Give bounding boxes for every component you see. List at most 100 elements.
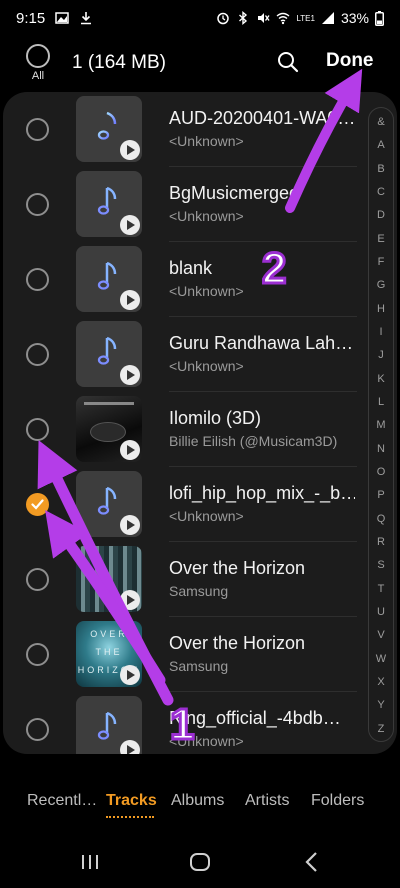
track-row[interactable]: blank <Unknown> (3, 242, 365, 317)
album-art: OVER THE HORIZON (76, 621, 142, 687)
index-letter[interactable]: S (369, 559, 393, 571)
recent-apps-icon[interactable] (76, 848, 104, 876)
music-note-icon (97, 111, 117, 140)
tab-folders[interactable]: Folders (311, 792, 364, 810)
index-letter[interactable]: L (369, 396, 393, 408)
track-checkbox[interactable] (26, 418, 49, 441)
album-art-detail (90, 422, 126, 442)
index-letter[interactable]: & (369, 116, 393, 128)
play-icon[interactable] (120, 590, 140, 610)
play-icon[interactable] (120, 290, 140, 310)
index-letter[interactable]: Z (369, 723, 393, 735)
active-tab-indicator (106, 816, 154, 818)
track-artist: <Unknown> (169, 208, 244, 224)
download-icon (81, 12, 92, 25)
status-time: 9:15 (16, 9, 46, 27)
track-artist: <Unknown> (169, 508, 244, 524)
play-icon[interactable] (120, 740, 140, 754)
index-letter[interactable]: V (369, 629, 393, 641)
index-letter[interactable]: W (369, 653, 393, 665)
alphabet-index-scrollbar[interactable]: & A B C D E F G H I J K L M N O P Q R S T U V W X Y Z (368, 107, 394, 742)
battery-level: 33% (340, 10, 369, 26)
index-letter[interactable]: B (369, 163, 393, 175)
tab-artists[interactable]: Artists (245, 792, 289, 810)
track-row[interactable]: OVER THE HORIZON Over the Horizon Samsun… (3, 617, 365, 692)
play-icon[interactable] (120, 440, 140, 460)
index-letter[interactable]: R (369, 536, 393, 548)
index-letter[interactable]: D (369, 209, 393, 221)
track-artist: Billie Eilish (@Musicam3D) (169, 433, 338, 449)
track-row[interactable]: Ilomilo (3D) Billie Eilish (@Musicam3D) (3, 392, 365, 467)
track-thumbnail (76, 696, 142, 754)
play-icon[interactable] (120, 365, 140, 385)
index-letter[interactable]: I (369, 326, 393, 338)
index-letter[interactable]: A (369, 139, 393, 151)
track-row[interactable]: Over the Horizon Samsung (3, 542, 365, 617)
index-letter[interactable]: U (369, 606, 393, 618)
index-letter[interactable]: J (369, 349, 393, 361)
index-letter[interactable]: E (369, 233, 393, 245)
album-art (76, 396, 142, 462)
index-letter[interactable]: H (369, 303, 393, 315)
home-icon[interactable] (186, 848, 214, 876)
track-checkbox[interactable] (26, 568, 49, 591)
gallery-icon (55, 12, 69, 24)
track-checkbox[interactable] (26, 193, 49, 216)
track-checkbox[interactable] (26, 268, 49, 291)
index-letter[interactable]: Y (369, 699, 393, 711)
track-thumbnail (76, 246, 142, 312)
annotation-number-1: 1 (168, 699, 196, 751)
index-letter[interactable]: T (369, 583, 393, 595)
select-all-checkbox[interactable]: All (24, 44, 52, 82)
track-artist: <Unknown> (169, 358, 244, 374)
track-checkbox[interactable] (26, 343, 49, 366)
track-thumbnail (76, 171, 142, 237)
index-letter[interactable]: F (369, 256, 393, 268)
index-letter[interactable]: G (369, 279, 393, 291)
back-icon[interactable] (298, 848, 326, 876)
track-list[interactable]: AUD-20200401-WA0… <Unknown> BgMusicmerge… (3, 92, 397, 754)
done-button[interactable]: Done (326, 50, 374, 72)
track-checkbox-checked[interactable] (26, 493, 49, 516)
index-letter[interactable]: C (369, 186, 393, 198)
index-letter[interactable]: Q (369, 513, 393, 525)
track-checkbox[interactable] (26, 118, 49, 141)
index-letter[interactable]: N (369, 443, 393, 455)
album-art (76, 546, 142, 612)
track-checkbox[interactable] (26, 643, 49, 666)
play-icon[interactable] (120, 140, 140, 160)
album-art-text: THE (95, 647, 123, 657)
tab-recently-added[interactable]: Recentl… (27, 792, 97, 810)
index-letter[interactable]: O (369, 466, 393, 478)
alarm-icon (217, 12, 230, 25)
track-title: Over the Horizon (169, 633, 306, 653)
index-letter[interactable]: X (369, 676, 393, 688)
search-icon[interactable] (274, 48, 302, 76)
track-artist: <Unknown> (169, 133, 244, 149)
tab-albums[interactable]: Albums (171, 792, 224, 810)
track-row[interactable]: AUD-20200401-WA0… <Unknown> (3, 92, 365, 167)
play-icon[interactable] (120, 665, 140, 685)
index-letter[interactable]: P (369, 489, 393, 501)
annotation-number-2: 2 (260, 243, 288, 295)
selection-header: All 1 (164 MB) Done (0, 36, 400, 92)
music-note-icon (97, 186, 117, 215)
track-row[interactable]: BgMusicmerged <Unknown> (3, 167, 365, 242)
status-bar: 9:15 LTE1 33% (0, 0, 400, 36)
track-row[interactable]: lofi_hip_hop_mix_-_b… <Unknown> (3, 467, 365, 542)
network-label: LTE1 (296, 13, 315, 23)
index-letter[interactable]: M (369, 419, 393, 431)
track-row[interactable]: Guru Randhawa Lah… <Unknown> (3, 317, 365, 392)
track-title: Guru Randhawa Lah… (169, 333, 354, 353)
music-note-icon (97, 336, 117, 365)
battery-icon (375, 10, 384, 26)
music-note-icon (97, 261, 117, 290)
tab-tracks[interactable]: Tracks (106, 792, 157, 810)
play-icon[interactable] (120, 515, 140, 535)
play-icon[interactable] (120, 215, 140, 235)
music-note-icon (97, 486, 117, 515)
select-all-circle[interactable] (26, 44, 50, 68)
track-checkbox[interactable] (26, 718, 49, 741)
index-letter[interactable]: K (369, 373, 393, 385)
selection-count: 1 (164 MB) (72, 52, 166, 73)
